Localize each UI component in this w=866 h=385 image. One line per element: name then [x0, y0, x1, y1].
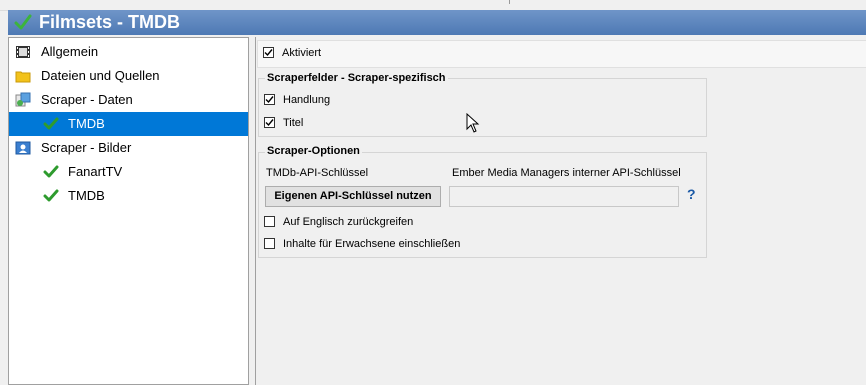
titel-label: Titel — [283, 117, 304, 129]
scraperfields-title: Scraperfelder - Scraper-spezifisch — [265, 72, 448, 84]
checkmark-icon — [265, 119, 274, 127]
tree-item-tmdb-data[interactable]: TMDB — [9, 112, 248, 136]
tree-item-dateien[interactable]: Dateien und Quellen — [9, 64, 248, 88]
scraperfields-group — [258, 78, 707, 137]
tree-item-label: Dateien und Quellen — [41, 68, 160, 83]
check-icon — [43, 189, 59, 202]
tree-item-label: Allgemein — [41, 44, 99, 59]
handlung-checkbox[interactable] — [264, 94, 275, 105]
scraper-images-icon — [15, 141, 31, 155]
internal-api-key-label: Ember Media Managers interner API-Schlüs… — [452, 167, 681, 179]
tree-item-fanarttv[interactable]: FanartTV — [9, 160, 248, 184]
scraper-options-title: Scraper-Optionen — [265, 145, 362, 157]
check-icon — [14, 14, 32, 30]
mouse-cursor-icon — [466, 113, 480, 133]
activated-label: Aktiviert — [282, 47, 322, 59]
api-key-label: TMDb-API-Schlüssel — [266, 167, 369, 179]
fallback-english-checkbox[interactable] — [264, 216, 275, 227]
film-icon — [16, 46, 30, 58]
help-icon[interactable]: ? — [687, 186, 696, 202]
tree-item-label: FanartTV — [68, 164, 123, 179]
use-own-api-key-button[interactable]: Eigenen API-Schlüssel nutzen — [265, 186, 441, 207]
scraper-data-icon — [15, 92, 31, 107]
tree-item-tmdb-images[interactable]: TMDB — [9, 184, 248, 208]
check-icon — [43, 165, 59, 178]
tree-item-scraper-bilder[interactable]: Scraper - Bilder — [9, 136, 248, 160]
titel-checkbox[interactable] — [264, 117, 275, 128]
tree-item-allgemein[interactable]: Allgemein — [9, 40, 248, 64]
fallback-english-label: Auf Englisch zurückgreifen — [283, 216, 414, 228]
check-icon — [43, 117, 59, 130]
tree-item-label: Scraper - Bilder — [41, 140, 132, 155]
api-key-input[interactable] — [449, 186, 679, 207]
folder-icon — [15, 71, 31, 83]
title-bar: Filmsets - TMDB — [8, 10, 866, 35]
top-strip-tick — [509, 0, 510, 4]
handlung-label: Handlung — [283, 94, 331, 106]
window-title: Filmsets - TMDB — [39, 12, 181, 32]
checkmark-icon — [264, 49, 273, 57]
activated-checkbox[interactable] — [263, 47, 274, 58]
adult-content-checkbox[interactable] — [264, 238, 275, 249]
tree-item-label: TMDB — [68, 116, 105, 131]
tree-item-label: Scraper - Daten — [41, 92, 133, 107]
activated-bar — [257, 40, 866, 68]
tree-item-label: TMDB — [68, 188, 105, 203]
adult-content-label: Inhalte für Erwachsene einschließen — [283, 238, 461, 250]
checkmark-icon — [265, 96, 274, 104]
tree-item-scraper-daten[interactable]: Scraper - Daten — [9, 88, 248, 112]
settings-tree[interactable]: Allgemein Dateien und Quellen Scraper - … — [8, 37, 249, 385]
